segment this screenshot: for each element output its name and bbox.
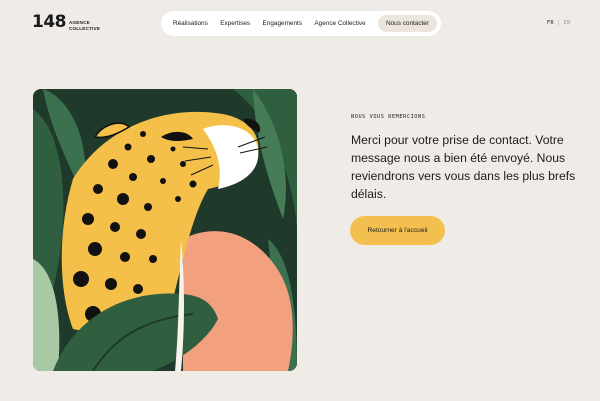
language-switcher: FR | EN (547, 20, 571, 26)
lang-fr[interactable]: FR (547, 20, 554, 26)
logo-mark: 148 (32, 12, 67, 32)
main-nav: Réalisations Expertises Engagements Agen… (161, 11, 441, 36)
nav-item-realisations[interactable]: Réalisations (173, 20, 208, 27)
lang-en[interactable]: EN (564, 20, 571, 26)
back-home-button[interactable]: Retourner à l'accueil (350, 216, 445, 245)
nav-item-agence-collective[interactable]: Agence Collective (314, 20, 365, 27)
leopard-illustration (33, 89, 297, 371)
nav-item-expertises[interactable]: Expertises (220, 20, 250, 27)
lang-separator: | (557, 20, 561, 26)
thank-you-eyebrow: NOUS VOUS REMERCIONS (351, 114, 426, 120)
nav-item-engagements[interactable]: Engagements (263, 20, 302, 27)
confirmation-message: Merci pour votre prise de contact. Votre… (351, 133, 576, 201)
logo-line-2: COLLECTIVE (69, 25, 101, 31)
logo[interactable]: 148 AGENCE COLLECTIVE (32, 14, 100, 31)
leopard-in-jungle-icon (33, 89, 297, 371)
logo-subtitle: AGENCE COLLECTIVE (69, 20, 100, 31)
nav-item-nous-contacter[interactable]: Nous contacter (378, 15, 437, 32)
